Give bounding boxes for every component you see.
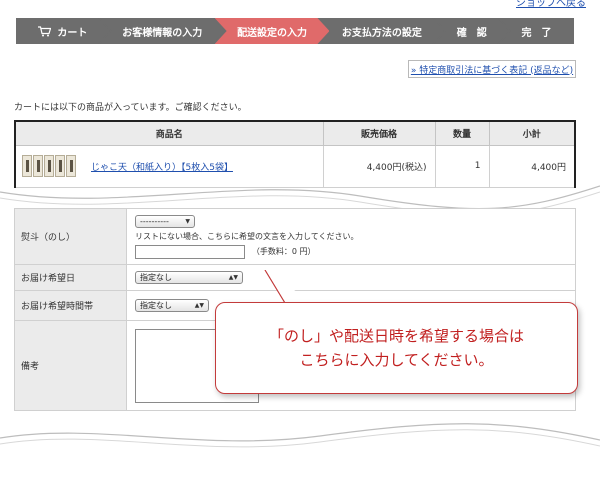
noshi-label: 熨斗（のし） xyxy=(14,208,127,265)
product-thumbnail[interactable] xyxy=(22,155,77,177)
cart-table: 商品名 販売価格 数量 小計 じゃこ天（和紙入り）【5枚入5袋】 4,400円(… xyxy=(14,120,576,188)
cart-intro-text: カートには以下の商品が入っています。ご確認ください。 xyxy=(14,103,247,113)
chevron-down-icon: ▼ xyxy=(185,217,190,225)
step-payment-method: お支払方法の設定 xyxy=(319,18,444,44)
cart-icon xyxy=(38,26,51,37)
step-confirm: 確 認 xyxy=(434,18,509,44)
option-row-noshi: 熨斗（のし） ---------- ▼ リストにない場合、こちらに希望の文言を入力… xyxy=(14,208,576,265)
chevron-down-icon: ▲▼ xyxy=(194,302,204,309)
delivery-time-label: お届け希望時間帯 xyxy=(14,290,127,321)
chevron-down-icon: ▲▼ xyxy=(228,274,238,281)
step-label: お客様情報の入力 xyxy=(122,27,203,39)
noshi-fee: （手数料：0 円） xyxy=(251,247,316,256)
product-cell: じゃこ天（和紙入り）【5枚入5袋】 xyxy=(14,144,324,188)
product-quantity: 1 xyxy=(434,144,490,188)
noshi-text-input[interactable] xyxy=(135,244,245,259)
callout-line-2: こちらに入力してください。 xyxy=(299,351,494,369)
noshi-value-cell: ---------- ▼ リストにない場合、こちらに希望の文言を入力してください。… xyxy=(126,208,576,265)
product-subtotal: 4,400円 xyxy=(488,144,576,188)
step-complete: 完 了 xyxy=(499,18,574,44)
noshi-select[interactable]: ---------- ▼ xyxy=(135,214,195,228)
delivery-date-cell: 指定なし ▲▼ xyxy=(126,264,576,291)
step-cart: カート xyxy=(16,18,110,44)
checkout-steps: カート お客様情報の入力 配送設定の入力 お支払方法の設定 確 認 完 了 xyxy=(16,18,574,44)
step-label: 配送設定の入力 xyxy=(237,27,308,39)
step-customer-info: お客様情報の入力 xyxy=(100,18,225,44)
product-price: 4,400円(税込) xyxy=(322,144,436,188)
col-header-subtotal: 小計 xyxy=(488,120,576,146)
step-label: お支払方法の設定 xyxy=(341,27,422,39)
step-delivery-settings: 配送設定の入力 xyxy=(215,18,330,44)
step-label: 確 認 xyxy=(456,27,487,39)
delivery-time-value: 指定なし xyxy=(140,301,172,310)
delivery-date-select[interactable]: 指定なし ▲▼ xyxy=(135,271,243,284)
col-header-product: 商品名 xyxy=(14,120,324,146)
delivery-date-value: 指定なし xyxy=(140,273,172,282)
step-label: 完 了 xyxy=(521,27,552,39)
noshi-note: リストにない場合、こちらに希望の文言を入力してください。 xyxy=(135,231,359,241)
memo-label: 備考 xyxy=(14,320,127,411)
callout-balloon: 「のし」や配送日時を希望する場合は こちらに入力してください。 xyxy=(215,302,578,394)
product-name-link[interactable]: じゃこ天（和紙入り）【5枚入5袋】 xyxy=(91,160,233,173)
col-header-qty: 数量 xyxy=(434,120,490,146)
step-label: カート xyxy=(57,27,88,39)
col-header-price: 販売価格 xyxy=(322,120,436,146)
table-row: じゃこ天（和紙入り）【5枚入5袋】 4,400円(税込) 1 4,400円 xyxy=(14,144,576,188)
delivery-time-select[interactable]: 指定なし ▲▼ xyxy=(135,299,209,312)
legal-notice-link[interactable]: » 特定商取引法に基づく表記 (返品など) xyxy=(408,60,576,78)
callout-line-1: 「のし」や配送日時を希望する場合は xyxy=(268,327,524,345)
cut-divider-bottom xyxy=(0,423,600,472)
delivery-date-label: お届け希望日 xyxy=(14,264,127,291)
noshi-select-value: ---------- xyxy=(140,216,169,226)
back-to-shop-link[interactable]: ショップへ戻る xyxy=(516,0,586,9)
